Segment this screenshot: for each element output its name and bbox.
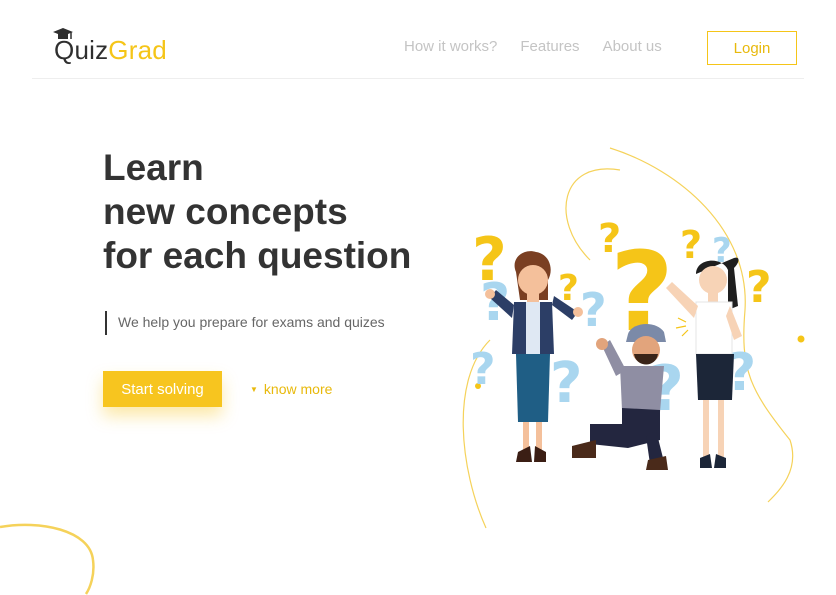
svg-text:?: ? [680, 223, 702, 267]
graduation-cap-icon [53, 28, 73, 39]
svg-text:?: ? [746, 262, 772, 313]
know-more-link[interactable]: ▼ know more [250, 381, 332, 397]
triangle-down-icon: ▼ [250, 384, 258, 394]
logo-quiz-text: uiz [74, 35, 109, 65]
hero-illustration: ? ? ? ? ? ? ? ? ? ? ? ? ? [462, 147, 805, 529]
main-nav: How it works? Features About us [404, 38, 685, 55]
hero-subtitle: We help you prepare for exams and quizes [105, 311, 385, 335]
hero-title: Learn new concepts for each question [103, 146, 411, 278]
svg-text:?: ? [580, 283, 607, 337]
svg-text:?: ? [550, 351, 582, 416]
nav-about-us[interactable]: About us [603, 38, 662, 55]
hero-title-line-3: for each question [103, 235, 412, 276]
hero-title-line-2: new concepts [103, 191, 348, 232]
nav-features[interactable]: Features [520, 38, 579, 55]
logo-q: Q [53, 28, 74, 66]
know-more-label: know more [263, 381, 333, 397]
hero-title-line-1: Learn [103, 147, 204, 188]
start-solving-button[interactable]: Start solving [103, 371, 222, 407]
nav-how-it-works[interactable]: How it works? [404, 38, 497, 55]
brand-logo[interactable]: Q uiz Grad [53, 28, 167, 66]
svg-text:?: ? [470, 344, 496, 395]
logo-grad-text: Grad [108, 35, 167, 65]
login-button[interactable]: Login [707, 31, 797, 65]
decorative-curve-bottom-left [0, 523, 95, 595]
top-navbar: Q uiz Grad How it works? Features About … [32, 0, 804, 79]
